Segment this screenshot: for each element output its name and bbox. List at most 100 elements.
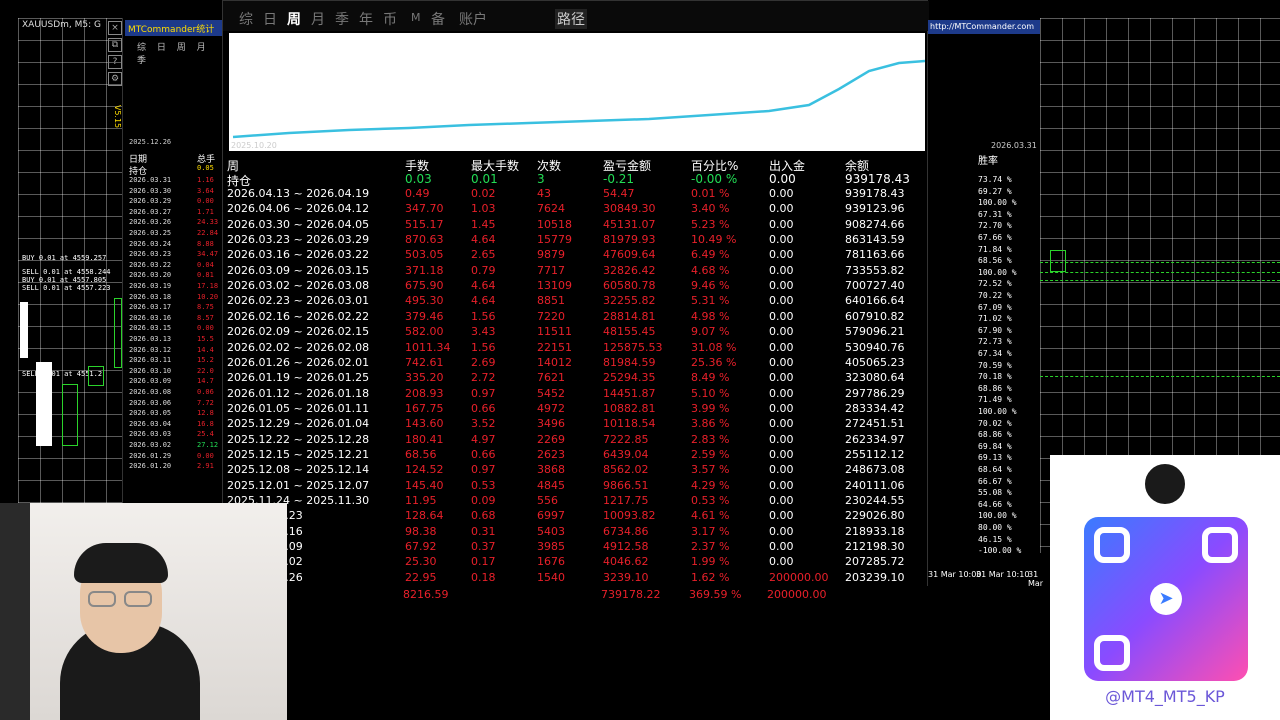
table-row[interactable]: 2026.02.09 ~ 2026.02.15 582.00 3.43 11511 48… xyxy=(227,325,927,340)
cell-week: 2025.12.22 ~ 2025.12.28 xyxy=(227,432,370,446)
mini-panel-tabs[interactable]: 综 日 周 月 季 xyxy=(137,40,222,66)
table-row[interactable]: 2025.12.22 ~ 2025.12.28 180.41 4.97 2269 722… xyxy=(227,433,927,448)
cell-max: 1.45 xyxy=(471,217,496,231)
cell-pct: 4.61 % xyxy=(691,509,730,523)
cell-io: 0.00 xyxy=(769,309,794,323)
cell-balance: 203239.10 xyxy=(845,570,905,584)
win-rate-value: 70.22 % xyxy=(978,291,1012,300)
tab-magic[interactable]: M xyxy=(411,11,421,24)
cell-io: 0.00 xyxy=(769,187,794,200)
equity-curve-svg xyxy=(232,59,926,139)
win-rate-value: 68.86 % xyxy=(978,383,1012,393)
table-row[interactable]: 2026.01.05 ~ 2026.01.11 167.75 0.66 4972 108… xyxy=(227,402,927,417)
table-row[interactable]: 2026.03.30 ~ 2026.04.05 515.17 1.45 10518 45… xyxy=(227,218,927,233)
table-row[interactable]: 2026.01.12 ~ 2026.01.18 208.93 0.97 5452 144… xyxy=(227,387,927,402)
cell-pnl: 32255.82 xyxy=(603,294,656,308)
tab-quarter[interactable]: 季 xyxy=(335,9,349,29)
tab-notes[interactable]: 备 xyxy=(431,9,445,29)
cell-pnl: 25294.35 xyxy=(603,371,656,385)
table-row[interactable]: 2025.12.08 ~ 2025.12.14 124.52 0.97 3868 856… xyxy=(227,463,927,478)
tab-month[interactable]: 月 xyxy=(311,9,325,29)
mini-value: 0.00 xyxy=(197,197,214,206)
tab-path[interactable]: 路径 xyxy=(555,9,587,29)
cell-max: 0.97 xyxy=(471,463,496,477)
avatar xyxy=(1142,461,1188,507)
cell-pct: 9.07 % xyxy=(691,325,730,339)
table-row[interactable]: 2025.12.15 ~ 2025.12.21 68.56 0.66 2623 6439… xyxy=(227,448,927,463)
cell-balance: 579096.21 xyxy=(845,325,905,339)
cell-pnl: 4912.58 xyxy=(603,540,649,554)
copy-icon[interactable]: ⧉ xyxy=(108,38,122,52)
tab-account[interactable]: 账户 xyxy=(459,9,487,29)
tab-summary[interactable]: 综 xyxy=(239,9,253,29)
mini-value: 17.18 xyxy=(197,282,219,290)
cell-week: 2026.02.02 ~ 2026.02.08 xyxy=(227,340,370,354)
table-row[interactable]: ~ 2025.11.0967.920.3739854912.582.37 %0.… xyxy=(227,540,927,555)
cell-pnl: 48155.45 xyxy=(603,325,656,339)
table-row[interactable]: 2026.02.02 ~ 2026.02.08 1011.34 1.56 22151 1… xyxy=(227,341,927,356)
tab-day[interactable]: 日 xyxy=(263,9,277,29)
table-row[interactable]: ~ 2025.11.1698.380.3154036734.863.17 %0.… xyxy=(227,525,927,540)
cell-count: 3868 xyxy=(537,463,565,477)
cell-io: 0.00 xyxy=(769,248,794,262)
table-row[interactable]: 2026.04.06 ~ 2026.04.12 347.70 1.03 7624 308… xyxy=(227,202,927,217)
url-label[interactable]: http://MTCommander.com xyxy=(928,20,1040,34)
candle xyxy=(88,366,104,386)
cell-pnl: 81984.59 xyxy=(603,355,656,369)
cell-count: 556 xyxy=(537,494,558,507)
cell-count: 7621 xyxy=(537,371,565,385)
win-rate-value: 73.74 % xyxy=(978,175,1012,184)
mini-value: 12.8 xyxy=(197,409,214,418)
table-row[interactable]: ~ 2025.11.23128.640.68699710093.824.61 %… xyxy=(227,509,927,524)
cell-pct: 9.46 % xyxy=(691,279,730,293)
mini-value: 1.71 xyxy=(197,207,214,216)
cell-count: 6997 xyxy=(537,509,565,523)
table-row[interactable]: 2026.02.23 ~ 2026.03.01 495.30 4.64 8851 322… xyxy=(227,294,927,309)
mini-date: 2026.03.22 xyxy=(129,260,172,269)
table-row[interactable]: 2026.03.02 ~ 2026.03.08 675.90 4.64 13109 60… xyxy=(227,279,927,294)
cell-pct: 4.68 % xyxy=(691,263,730,277)
table-row[interactable]: 2026.03.23 ~ 2026.03.29 870.63 4.64 15779 81… xyxy=(227,233,927,248)
qr-code[interactable]: ➤ xyxy=(1084,517,1248,681)
cell-balance: 240111.06 xyxy=(845,478,905,492)
table-row[interactable]: ~ 2025.11.0225.300.1716764046.621.99 %0.… xyxy=(227,555,927,570)
cell-balance: 272451.51 xyxy=(845,417,905,431)
cell-count: 10518 xyxy=(537,217,572,231)
table-row[interactable]: 2026.03.09 ~ 2026.03.15 371.18 0.79 7717 328… xyxy=(227,264,927,279)
cell-pnl: 14451.87 xyxy=(603,386,656,400)
help-icon[interactable]: ? xyxy=(108,55,122,69)
cell-balance: 863143.59 xyxy=(845,233,905,247)
cell-balance: 405065.23 xyxy=(845,355,905,369)
cell-lot: 98.38 xyxy=(405,524,437,538)
table-row[interactable]: 2026.02.16 ~ 2026.02.22 379.46 1.56 7220 288… xyxy=(227,310,927,325)
tab-currency[interactable]: 币 xyxy=(383,9,397,29)
table-row[interactable]: 2026.04.13 ~ 2026.04.19 0.49 0.02 43 54.47 0.… xyxy=(227,187,927,202)
table-row[interactable]: ~ 2025.10.2622.950.1815403239.101.62 %20… xyxy=(227,571,927,586)
equity-curve xyxy=(232,59,926,139)
table-row[interactable]: 2025.12.29 ~ 2026.01.04 143.60 3.52 3496 101… xyxy=(227,417,927,432)
table-row[interactable]: 2025.11.24 ~ 2025.11.30 11.95 0.09 556 1217.… xyxy=(227,494,927,509)
table-row[interactable]: 2026.01.19 ~ 2026.01.25 335.20 2.72 7621 252… xyxy=(227,371,927,386)
table-row[interactable]: 2026.03.16 ~ 2026.03.22 503.05 2.65 9879 476… xyxy=(227,248,927,263)
settings-icon[interactable]: ⚙ xyxy=(108,72,122,86)
win-rate-value: 68.56 % xyxy=(978,256,1012,266)
cell-count: 3496 xyxy=(537,417,565,431)
cell-io: 0.00 xyxy=(769,202,794,216)
cell-count: 3985 xyxy=(537,540,565,554)
tab-week[interactable]: 周 xyxy=(287,9,301,29)
cell-lot: 503.05 xyxy=(405,248,444,262)
tab-year[interactable]: 年 xyxy=(359,9,373,29)
cell-max: 0.97 xyxy=(471,386,496,400)
version-label: V5.15 xyxy=(113,104,123,129)
table-row[interactable]: 2026.01.26 ~ 2026.02.01 742.61 2.69 14012 81… xyxy=(227,356,927,371)
cell-count: 7717 xyxy=(537,263,565,277)
cell-io: 0.00 xyxy=(769,509,794,523)
webcam-shadow xyxy=(0,503,30,720)
close-icon[interactable]: × xyxy=(108,21,122,35)
order-line xyxy=(1040,280,1280,281)
table-row[interactable]: 2025.12.01 ~ 2025.12.07 145.40 0.53 4845 986… xyxy=(227,479,927,494)
price-chart-left[interactable]: XAUUSDm, M5: G BUY 0.01 at 4559.257 SELL… xyxy=(18,18,128,503)
mini-date: 2026.03.12 xyxy=(129,345,172,354)
cell-pnl: 3239.10 xyxy=(603,570,649,584)
cell-lot: 335.20 xyxy=(405,371,444,385)
